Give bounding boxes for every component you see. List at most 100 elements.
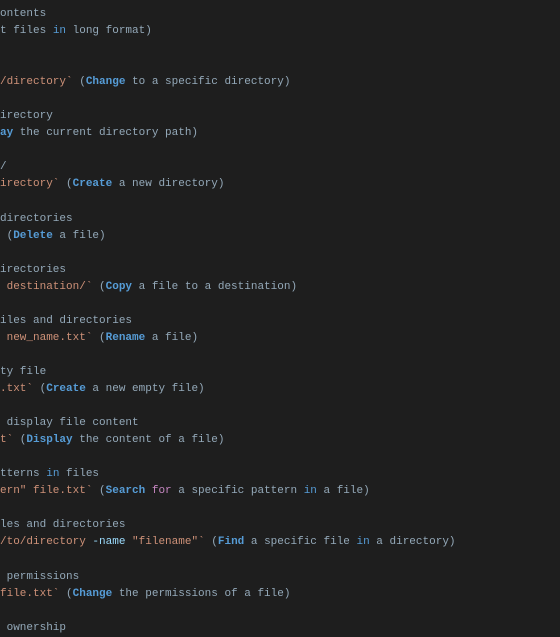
code-token: ay xyxy=(0,127,13,139)
code-token: Find xyxy=(218,536,244,548)
code-token: a new empty file) xyxy=(86,383,205,395)
code-token: /directory` xyxy=(0,76,73,88)
code-token: directories xyxy=(0,213,73,225)
code-block: ontentst files in long format) /director… xyxy=(0,6,560,637)
code-token: new_name.txt` xyxy=(0,332,92,344)
code-token: ( xyxy=(205,536,218,548)
code-token: long format) xyxy=(66,25,152,37)
code-token: Search xyxy=(106,485,146,497)
code-token: in xyxy=(357,536,370,548)
code-line: ontents xyxy=(0,6,560,23)
code-token: ` xyxy=(198,536,205,548)
code-token: Change xyxy=(86,76,126,88)
code-token: file.txt` xyxy=(0,588,59,600)
code-line: tterns in files xyxy=(0,466,560,483)
code-token: Create xyxy=(46,383,86,395)
code-token: ( xyxy=(92,485,105,497)
code-token: to a specific directory) xyxy=(125,76,290,88)
code-token: Copy xyxy=(106,281,132,293)
code-token: for xyxy=(152,485,172,497)
code-token: Display xyxy=(26,434,72,446)
code-line: / xyxy=(0,159,560,176)
code-line: ern" file.txt` (Search for a specific pa… xyxy=(0,483,560,500)
code-line: t` (Display the content of a file) xyxy=(0,432,560,449)
code-line: iles and directories xyxy=(0,313,560,330)
code-line: permissions xyxy=(0,569,560,586)
code-line: irectory xyxy=(0,108,560,125)
code-line xyxy=(0,398,560,415)
code-line: irectory` (Create a new directory) xyxy=(0,176,560,193)
code-token: les and directories xyxy=(0,519,125,531)
code-token: in xyxy=(53,25,66,37)
code-token: Create xyxy=(73,178,113,190)
code-token: a file) xyxy=(145,332,198,344)
code-token: a specific file xyxy=(244,536,356,548)
code-line: /to/directory -name "filename"` (Find a … xyxy=(0,534,560,551)
code-token: display file content xyxy=(0,417,139,429)
code-token: irectory xyxy=(0,110,53,122)
code-token: permissions xyxy=(0,571,79,583)
code-token: a file to a destination) xyxy=(132,281,297,293)
code-token: ( xyxy=(59,588,72,600)
code-line xyxy=(0,449,560,466)
code-token: iles and directories xyxy=(0,315,132,327)
code-line: /directory` (Change to a specific direct… xyxy=(0,74,560,91)
code-token: the current directory path) xyxy=(13,127,198,139)
code-token: Rename xyxy=(106,332,146,344)
code-line xyxy=(0,296,560,313)
code-line: ownership xyxy=(0,620,560,637)
code-token: "filename" xyxy=(132,536,198,548)
code-line xyxy=(0,347,560,364)
code-token: a specific pattern xyxy=(172,485,304,497)
code-token: in xyxy=(46,468,59,480)
code-token: t files xyxy=(0,25,53,37)
code-line: display file content xyxy=(0,415,560,432)
code-line xyxy=(0,194,560,211)
code-line xyxy=(0,552,560,569)
code-token: tterns xyxy=(0,468,46,480)
code-line: directories xyxy=(0,211,560,228)
code-line xyxy=(0,603,560,620)
code-line: ty file xyxy=(0,364,560,381)
code-line: irectories xyxy=(0,262,560,279)
code-line xyxy=(0,500,560,517)
code-token: ( xyxy=(13,434,26,446)
code-token xyxy=(145,485,152,497)
code-token: the content of a file) xyxy=(73,434,225,446)
code-line xyxy=(0,245,560,262)
code-line xyxy=(0,91,560,108)
code-token: ( xyxy=(73,76,86,88)
code-token: a directory) xyxy=(370,536,456,548)
code-token: a file) xyxy=(317,485,370,497)
code-line: new_name.txt` (Rename a file) xyxy=(0,330,560,347)
code-token: ( xyxy=(92,281,105,293)
code-token: ( xyxy=(33,383,46,395)
code-token: /to/directory xyxy=(0,536,92,548)
code-token: destination/` xyxy=(0,281,92,293)
code-line xyxy=(0,142,560,159)
code-token: the permissions of a file) xyxy=(112,588,290,600)
code-token: a file) xyxy=(53,230,106,242)
code-line: .txt` (Create a new empty file) xyxy=(0,381,560,398)
code-line xyxy=(0,57,560,74)
code-line: file.txt` (Change the permissions of a f… xyxy=(0,586,560,603)
code-token: ( xyxy=(59,178,72,190)
code-line: les and directories xyxy=(0,517,560,534)
code-token: ( xyxy=(0,230,13,242)
code-token: t` xyxy=(0,434,13,446)
code-token: a new directory) xyxy=(112,178,224,190)
code-token: irectories xyxy=(0,264,66,276)
code-token: ( xyxy=(92,332,105,344)
code-token: .txt` xyxy=(0,383,33,395)
code-token: ownership xyxy=(0,622,66,634)
code-token: ontents xyxy=(0,8,46,20)
code-line xyxy=(0,40,560,57)
code-line: t files in long format) xyxy=(0,23,560,40)
code-token: -name xyxy=(92,536,125,548)
code-line: ay the current directory path) xyxy=(0,125,560,142)
code-token: ern" file.txt` xyxy=(0,485,92,497)
code-token: Change xyxy=(73,588,113,600)
code-token: Delete xyxy=(13,230,53,242)
code-token: in xyxy=(304,485,317,497)
code-line: (Delete a file) xyxy=(0,228,560,245)
